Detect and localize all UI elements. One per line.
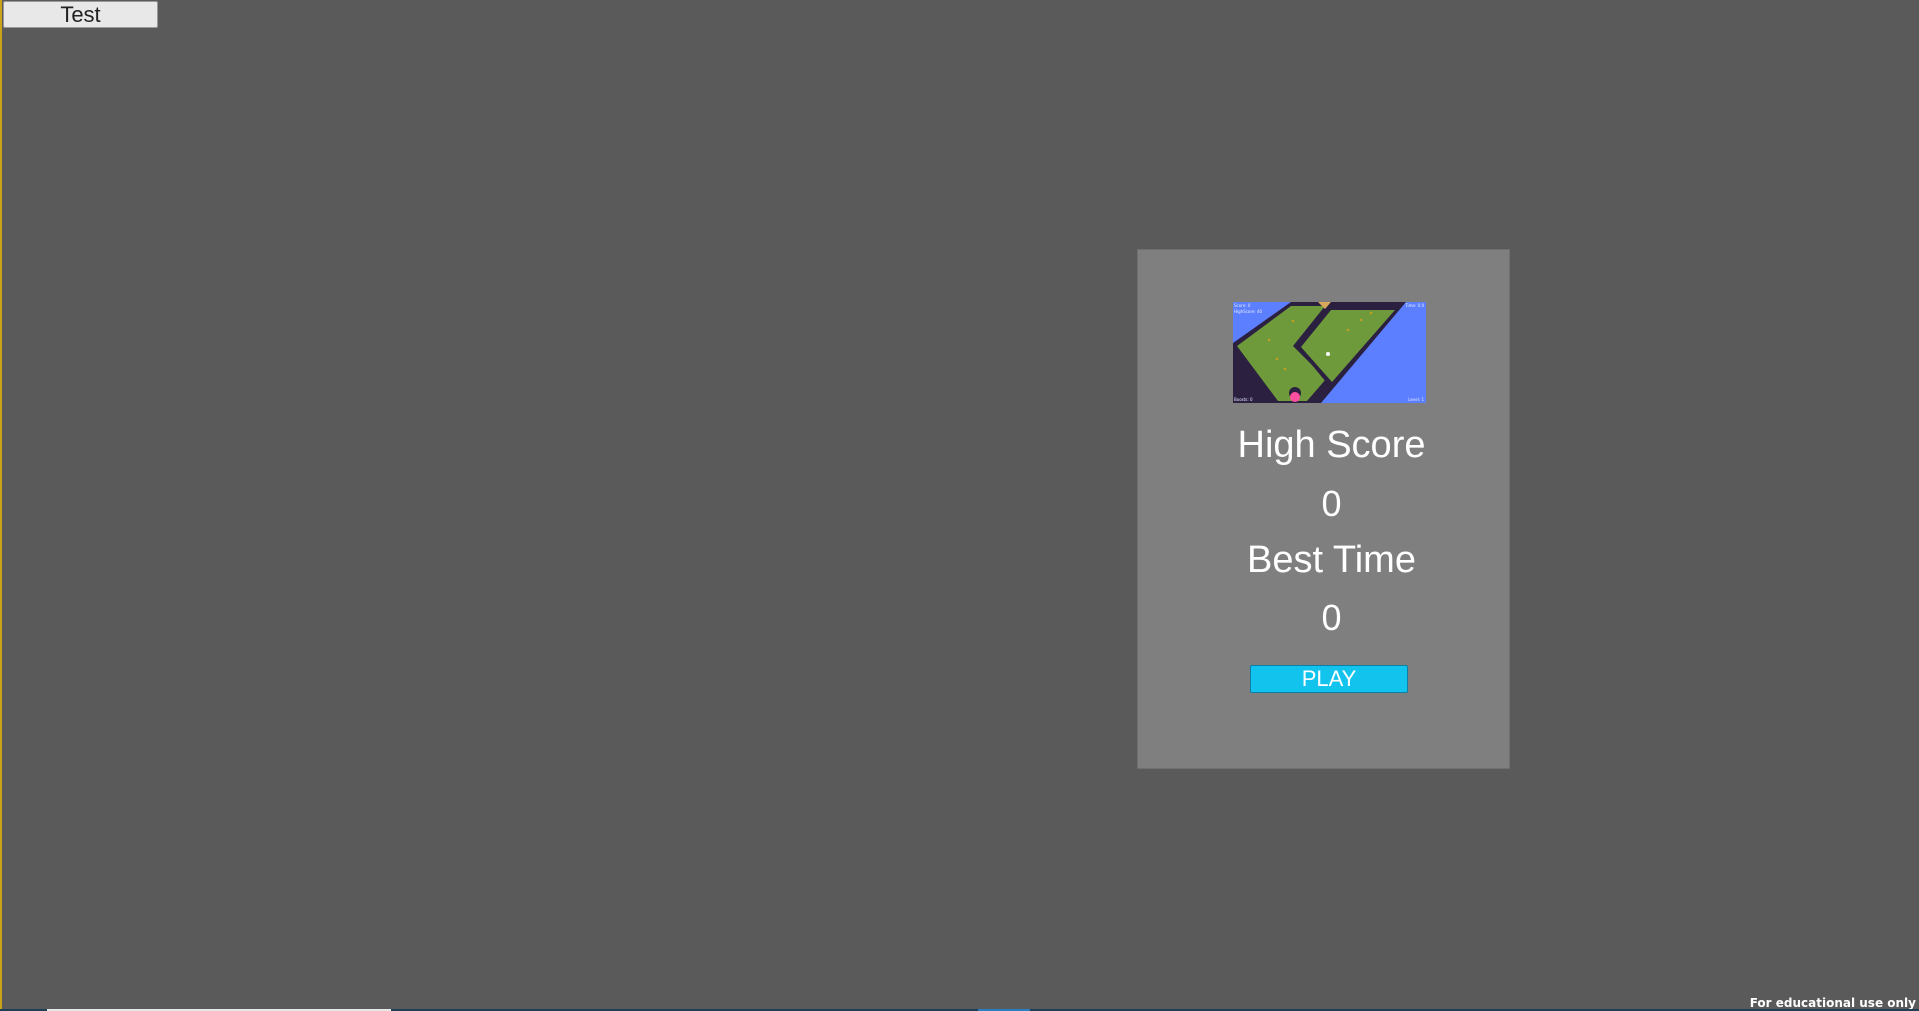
play-button[interactable]: PLAY bbox=[1250, 665, 1408, 693]
main-menu-panel: Score: 0 HighScore: 40 Time: 0.0 Boosts:… bbox=[1137, 249, 1510, 769]
preview-hud-boosts: Boosts: 0 bbox=[1234, 397, 1253, 402]
window-left-border bbox=[0, 0, 2, 1011]
game-preview-image: Score: 0 HighScore: 40 Time: 0.0 Boosts:… bbox=[1233, 302, 1426, 403]
preview-hud-time: Time: 0.0 bbox=[1405, 303, 1424, 308]
game-preview-scene bbox=[1233, 302, 1426, 403]
best-time-label: Best Time bbox=[1247, 539, 1416, 581]
high-score-label: High Score bbox=[1237, 424, 1426, 466]
preview-hud-highscore: HighScore: 40 bbox=[1234, 309, 1263, 314]
educational-use-notice: For educational use only bbox=[1749, 996, 1916, 1010]
preview-hud-level: Level: 1 bbox=[1408, 397, 1424, 402]
high-score-value: 0 bbox=[1321, 483, 1342, 524]
preview-hud-score: Score: 0 bbox=[1234, 303, 1251, 308]
test-button[interactable]: Test bbox=[3, 1, 158, 28]
best-time-value: 0 bbox=[1321, 597, 1342, 638]
